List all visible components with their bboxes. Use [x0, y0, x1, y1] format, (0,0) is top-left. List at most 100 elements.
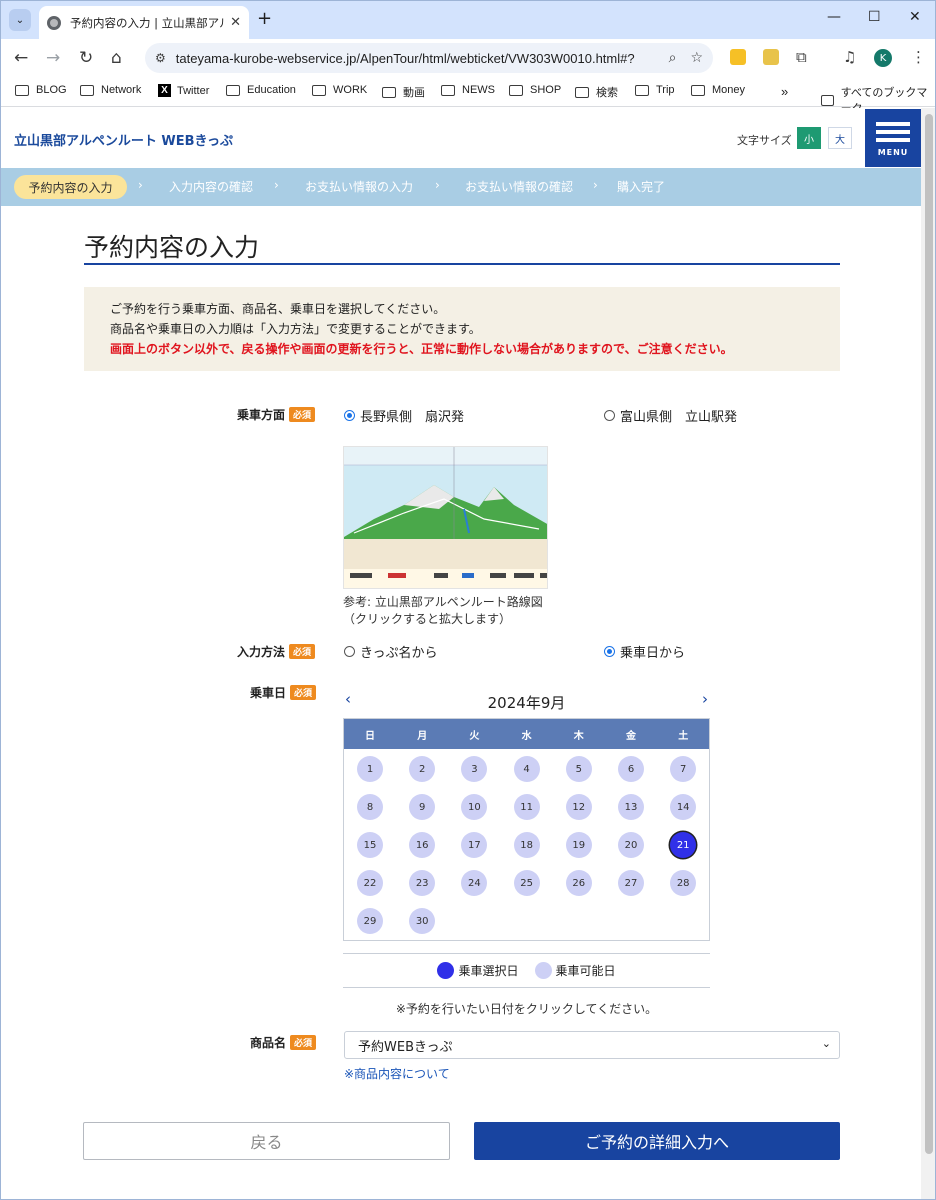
font-small-button[interactable]: 小 [797, 127, 821, 149]
bookmark-network[interactable]: Network [80, 84, 141, 96]
calendar-day-15[interactable]: 15 [357, 832, 383, 858]
tab-active[interactable]: 予約内容の入力 | 立山黒部アルペ ✕ [39, 6, 249, 39]
bookmark-video[interactable]: 動画 [382, 84, 425, 100]
minimize-icon[interactable]: — [827, 9, 841, 25]
back-arrow-icon[interactable]: ← [14, 48, 28, 68]
tab-search-icon[interactable]: ⌄ [9, 9, 31, 31]
url-text[interactable]: tateyama-kurobe-webservice.jp/AlpenTour/… [176, 51, 655, 66]
calendar-day-23[interactable]: 23 [409, 870, 436, 896]
calendar-day-4[interactable]: 4 [513, 756, 540, 782]
more-menu-icon[interactable]: ⋮ [911, 48, 926, 66]
profile-avatar[interactable]: K [874, 49, 892, 67]
product-label-text: 商品名 [250, 1036, 287, 1050]
bookmark-work[interactable]: WORK [312, 84, 367, 96]
bookmark-trip[interactable]: Trip [635, 84, 675, 96]
calendar-day-25[interactable]: 25 [513, 870, 540, 896]
calendar-weekday-5: 金 [626, 730, 636, 742]
calendar-day-30[interactable]: 30 [409, 908, 436, 934]
calendar-next-month-icon[interactable]: › [702, 690, 708, 708]
calendar-weekday-1: 月 [417, 730, 428, 742]
extensions-puzzle-icon[interactable]: ⧉ [796, 48, 807, 66]
site-title[interactable]: 立山黒部アルペンルート WEBきっぷ [14, 130, 233, 149]
calendar-day-20[interactable]: 20 [618, 832, 644, 858]
calendar-day-13[interactable]: 13 [618, 794, 644, 820]
bookmark-blog[interactable]: BLOG [15, 84, 67, 96]
bookmark-search[interactable]: 検索 [575, 84, 618, 100]
reload-icon[interactable]: ↻ [79, 48, 93, 68]
extension-keep-icon[interactable] [730, 49, 746, 65]
direction-label: 乗車方面 必須 [237, 406, 316, 423]
calendar-day-18[interactable]: 18 [513, 832, 540, 858]
close-window-icon[interactable]: ✕ [909, 9, 921, 25]
radio-checked-icon[interactable] [604, 646, 615, 657]
site-info-icon[interactable]: ⚙ [155, 51, 166, 65]
radio-unchecked-icon[interactable] [344, 646, 355, 657]
back-button[interactable]: 戻る [83, 1122, 450, 1160]
bookmark-star-icon[interactable]: ☆ [690, 50, 703, 66]
calendar-day-22[interactable]: 22 [357, 870, 383, 896]
tab-title: 予約内容の入力 | 立山黒部アルペ [70, 15, 224, 30]
calendar-day-26[interactable]: 26 [565, 870, 592, 896]
forward-arrow-icon[interactable]: → [46, 48, 60, 68]
route-map-image[interactable] [343, 446, 548, 589]
font-large-button[interactable]: 大 [828, 127, 852, 149]
calendar-day-1[interactable]: 1 [357, 756, 383, 782]
bookmarks-overflow-icon[interactable]: » [781, 84, 788, 99]
calendar-day-24[interactable]: 24 [461, 870, 488, 896]
page-scrollbar[interactable] [921, 108, 935, 1199]
extension-cat-icon[interactable] [763, 49, 779, 65]
calendar-day-17[interactable]: 17 [461, 832, 488, 858]
hamburger-bar [876, 137, 910, 142]
calendar-day-11[interactable]: 11 [513, 794, 540, 820]
calendar-day-5[interactable]: 5 [565, 756, 592, 782]
chevron-right-icon: › [274, 178, 279, 192]
globe-icon [47, 15, 61, 30]
calendar-day-29[interactable]: 29 [357, 908, 383, 934]
direction-option-nagano[interactable]: 長野県側 扇沢発 [344, 406, 464, 425]
calendar-day-3[interactable]: 3 [461, 756, 488, 782]
bookmark-shop[interactable]: SHOP [509, 84, 561, 96]
method-option-date[interactable]: 乗車日から [604, 642, 685, 661]
zoom-icon[interactable]: ⌕ [669, 50, 677, 66]
x-logo-icon: X [158, 84, 171, 97]
scrollbar-thumb[interactable] [925, 114, 933, 1154]
direction-option-toyama[interactable]: 富山県側 立山駅発 [604, 406, 737, 425]
media-control-icon[interactable]: ♫ [843, 48, 856, 66]
bookmark-education[interactable]: Education [226, 84, 296, 96]
address-bar[interactable]: ⚙ tateyama-kurobe-webservice.jp/AlpenTou… [145, 43, 713, 73]
calendar-day-12[interactable]: 12 [565, 794, 592, 820]
method-option-ticket[interactable]: きっぷ名から [344, 642, 437, 661]
calendar-day-16[interactable]: 16 [409, 832, 436, 858]
new-tab-button[interactable]: + [257, 9, 272, 29]
product-label: 商品名 必須 [250, 1034, 317, 1051]
bookmark-twitter[interactable]: X Twitter [158, 84, 209, 97]
calendar-day-19[interactable]: 19 [565, 832, 592, 858]
next-button[interactable]: ご予約の詳細入力へ [474, 1122, 840, 1160]
home-icon[interactable]: ⌂ [111, 48, 122, 68]
maximize-icon[interactable]: ☐ [868, 9, 881, 25]
date-label: 乗車日 必須 [250, 684, 317, 701]
bookmarks-bar: BLOG Network X Twitter Education WORK 動画 … [1, 77, 935, 115]
radio-checked-icon[interactable] [344, 410, 355, 421]
calendar-day-8[interactable]: 8 [357, 794, 383, 820]
calendar-grid: 日月火水木金土 1 2 3 4 5 6 7 8 9 10 11 12 13 14 15 16 17 18 19 20 2… [343, 718, 710, 941]
route-map-illustration [344, 447, 547, 588]
calendar-day-9[interactable]: 9 [409, 794, 436, 820]
radio-unchecked-icon[interactable] [604, 410, 615, 421]
folder-icon [441, 84, 455, 96]
calendar-day-27[interactable]: 27 [618, 870, 644, 896]
product-select[interactable]: 予約WEBきっぷ ⌄ [344, 1031, 840, 1059]
notice-line-2: 商品名や乗車日の入力順は「入力方法」で変更することができます。 [110, 322, 481, 336]
menu-button[interactable]: MENU [865, 109, 921, 167]
close-tab-icon[interactable]: ✕ [230, 15, 241, 30]
calendar-day-6[interactable]: 6 [618, 756, 644, 782]
calendar-day-2[interactable]: 2 [409, 756, 436, 782]
calendar-day-7[interactable]: 7 [670, 756, 697, 782]
calendar-day-14[interactable]: 14 [670, 794, 697, 820]
bookmark-money[interactable]: Money [691, 84, 745, 96]
bookmark-news[interactable]: NEWS [441, 84, 495, 96]
calendar-day-28[interactable]: 28 [670, 870, 697, 896]
calendar-day-21[interactable]: 21 [670, 832, 697, 858]
calendar-day-10[interactable]: 10 [461, 794, 488, 820]
product-details-link[interactable]: ※商品内容について [344, 1065, 450, 1082]
